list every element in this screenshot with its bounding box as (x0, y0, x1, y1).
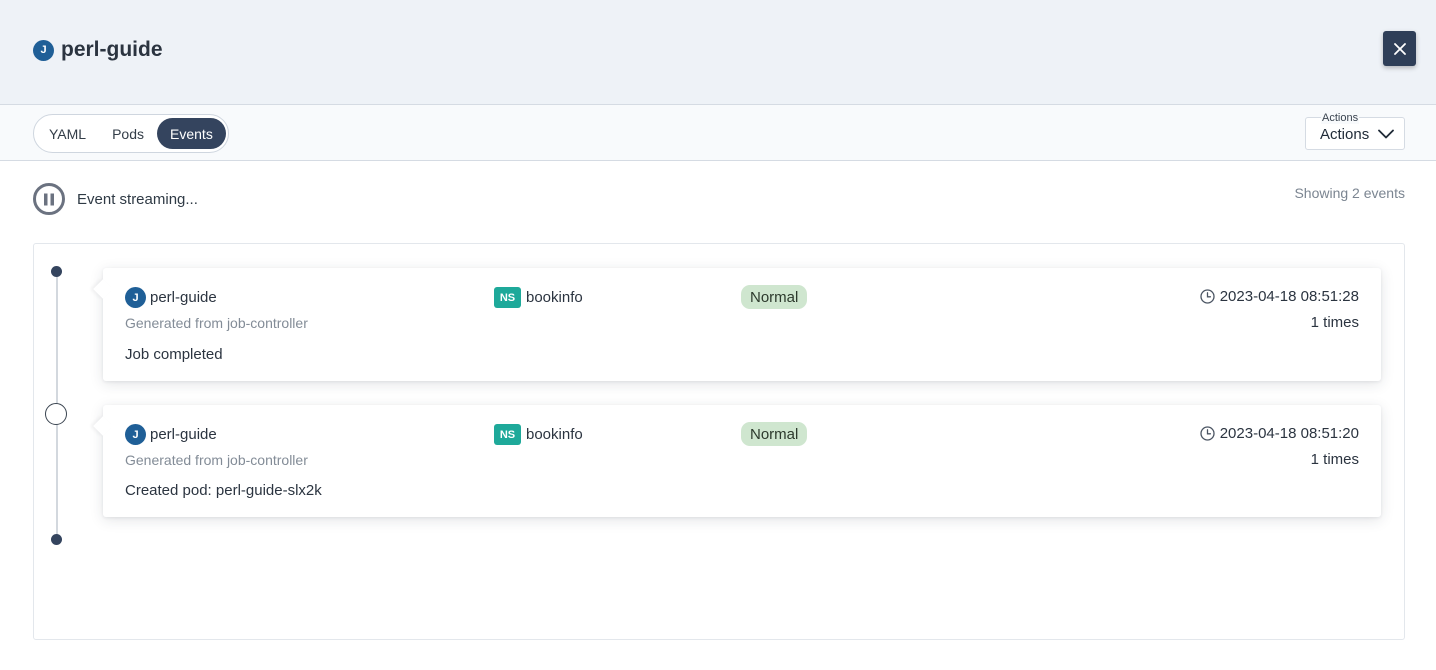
stream-status-text: Event streaming... (77, 190, 198, 208)
close-icon (1393, 42, 1406, 55)
event-object[interactable]: J perl-guide (125, 287, 217, 308)
namespace-badge: NS (494, 287, 521, 308)
toolbar: YAML Pods Events Actions Actions (0, 105, 1436, 161)
event-timestamp: 2023-04-18 08:51:28 (1200, 288, 1359, 305)
clock-icon (1200, 426, 1215, 441)
clock-icon (1200, 289, 1215, 304)
event-object-name: perl-guide (150, 426, 217, 443)
event-type-badge: Normal (741, 285, 808, 309)
event-timestamp: 2023-04-18 08:51:20 (1200, 425, 1359, 442)
chevron-down-icon (1378, 129, 1394, 139)
event-namespace[interactable]: NS bookinfo (494, 287, 583, 308)
resource-name: perl-guide (61, 38, 163, 61)
event-count-times: 1 times (1310, 451, 1359, 468)
event-message: Job completed (125, 346, 223, 363)
timeline-node (45, 403, 67, 425)
event-card: J perl-guide Generated from job-controll… (103, 268, 1381, 381)
actions-label: Actions (1320, 126, 1370, 143)
tab-events[interactable]: Events (157, 118, 226, 149)
job-kind-badge: J (125, 287, 146, 308)
event-object[interactable]: J perl-guide (125, 424, 217, 445)
actions-caption: Actions (1321, 112, 1360, 124)
namespace-name: bookinfo (526, 426, 583, 443)
event-card: J perl-guide Generated from job-controll… (103, 405, 1381, 517)
timeline-end-dot (51, 534, 62, 545)
event-count: Showing 2 events (1294, 185, 1405, 201)
page-title: J perl-guide (33, 38, 163, 62)
job-kind-badge: J (33, 39, 54, 61)
event-time-text: 2023-04-18 08:51:20 (1219, 425, 1359, 442)
tab-group: YAML Pods Events (33, 114, 229, 153)
event-time-text: 2023-04-18 08:51:28 (1219, 288, 1359, 305)
namespace-name: bookinfo (526, 289, 583, 306)
event-object-name: perl-guide (150, 289, 217, 306)
tab-pods[interactable]: Pods (99, 118, 157, 149)
actions-dropdown[interactable]: Actions Actions (1305, 112, 1405, 150)
event-type-badge: Normal (741, 422, 808, 446)
job-kind-badge: J (125, 424, 146, 445)
drawer-header: J perl-guide (0, 0, 1436, 105)
timeline-start-dot (51, 266, 62, 277)
event-message: Created pod: perl-guide-slx2k (125, 482, 322, 499)
event-count-times: 1 times (1310, 314, 1359, 331)
pause-stream-button[interactable] (33, 183, 65, 215)
stream-status: Event streaming... (33, 183, 198, 215)
event-namespace[interactable]: NS bookinfo (494, 424, 583, 445)
tab-yaml[interactable]: YAML (36, 118, 99, 149)
close-button[interactable] (1383, 31, 1416, 66)
event-source: Generated from job-controller (125, 315, 308, 331)
pause-icon (44, 193, 54, 205)
namespace-badge: NS (494, 424, 521, 445)
event-source: Generated from job-controller (125, 452, 308, 468)
